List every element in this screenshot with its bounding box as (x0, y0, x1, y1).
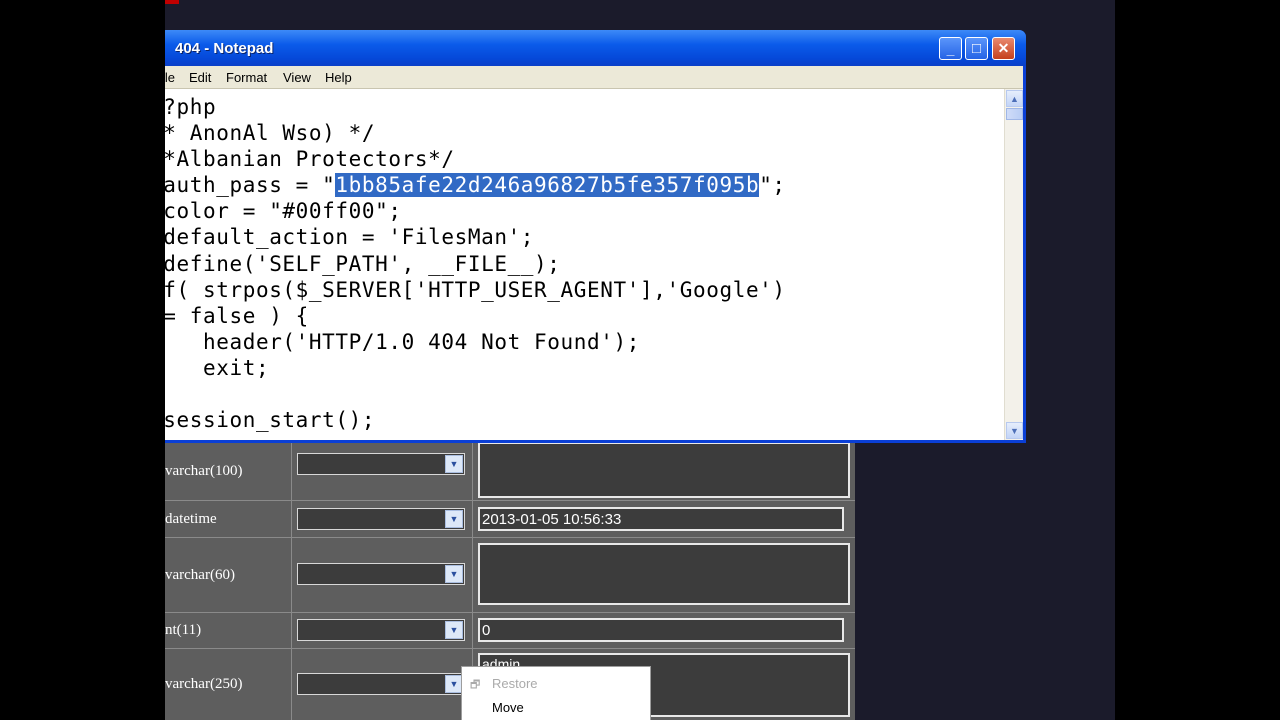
restore-label: Restore (492, 676, 538, 691)
menu-item-restore[interactable]: 🗗 Restore (462, 671, 650, 695)
menu-help[interactable]: Help (325, 70, 352, 85)
menu-item-move[interactable]: Move (462, 695, 650, 719)
menu-bar: ile Edit Format View Help (165, 66, 1023, 89)
function-select[interactable]: ▼ (297, 508, 465, 530)
chevron-down-icon[interactable]: ▼ (445, 455, 463, 473)
form-row: datetime ▼ 2013-01-05 10:56:33 (165, 501, 855, 538)
form-row: varchar(100) ▼ (165, 442, 855, 501)
menu-file[interactable]: ile (165, 70, 175, 85)
menu-edit[interactable]: Edit (189, 70, 211, 85)
function-select[interactable]: ▼ (297, 563, 465, 585)
window-title: 404 - Notepad (175, 40, 274, 57)
text-editor[interactable]: <?php /* AnonAl Wso) */ /*Albanian Prote… (165, 89, 1023, 440)
title-bar[interactable]: 404 - Notepad _ □ ✕ (165, 30, 1026, 66)
window-context-menu: 🗗 Restore Move (461, 666, 651, 720)
chevron-down-icon[interactable]: ▼ (445, 510, 463, 528)
red-mark (165, 0, 179, 4)
field-type: varchar(250) (165, 649, 292, 720)
chevron-down-icon[interactable]: ▼ (445, 565, 463, 583)
field-type: nt(11) (165, 613, 292, 648)
function-select[interactable]: ▼ (297, 619, 465, 641)
value-textarea[interactable] (478, 442, 850, 498)
scroll-up-icon[interactable]: ▲ (1006, 90, 1023, 107)
code-text[interactable]: <?php /* AnonAl Wso) */ /*Albanian Prote… (165, 94, 786, 433)
selected-hash: 1bb85afe22d246a96827b5fe357f095b (335, 173, 760, 198)
form-row: nt(11) ▼ 0 (165, 613, 855, 649)
chevron-down-icon[interactable]: ▼ (445, 621, 463, 639)
desktop: varchar(100) ▼ datetime ▼ 2013-01-05 10:… (165, 0, 1115, 720)
function-select[interactable]: ▼ (297, 453, 465, 475)
minimize-button[interactable]: _ (939, 37, 962, 60)
function-select[interactable]: ▼ (297, 673, 465, 695)
scroll-down-icon[interactable]: ▼ (1006, 422, 1023, 439)
scroll-thumb[interactable] (1006, 108, 1023, 120)
move-label: Move (492, 700, 524, 715)
menu-format[interactable]: Format (226, 70, 267, 85)
field-type: varchar(60) (165, 538, 292, 612)
field-type: datetime (165, 501, 292, 537)
vertical-scrollbar[interactable]: ▲ ▼ (1004, 89, 1023, 440)
code-after-selection: "; $color = "#00ff00"; $default_action =… (165, 173, 786, 433)
value-textarea[interactable] (478, 543, 850, 605)
close-button[interactable]: ✕ (992, 37, 1015, 60)
menu-view[interactable]: View (283, 70, 311, 85)
value-input[interactable]: 0 (478, 618, 844, 642)
value-input[interactable]: 2013-01-05 10:56:33 (478, 507, 844, 531)
field-type: varchar(100) (165, 442, 292, 500)
maximize-button[interactable]: □ (965, 37, 988, 60)
form-row: varchar(60) ▼ (165, 538, 855, 613)
notepad-window: 404 - Notepad _ □ ✕ ile Edit Format View… (165, 30, 1026, 443)
restore-icon: 🗗 (470, 679, 481, 691)
